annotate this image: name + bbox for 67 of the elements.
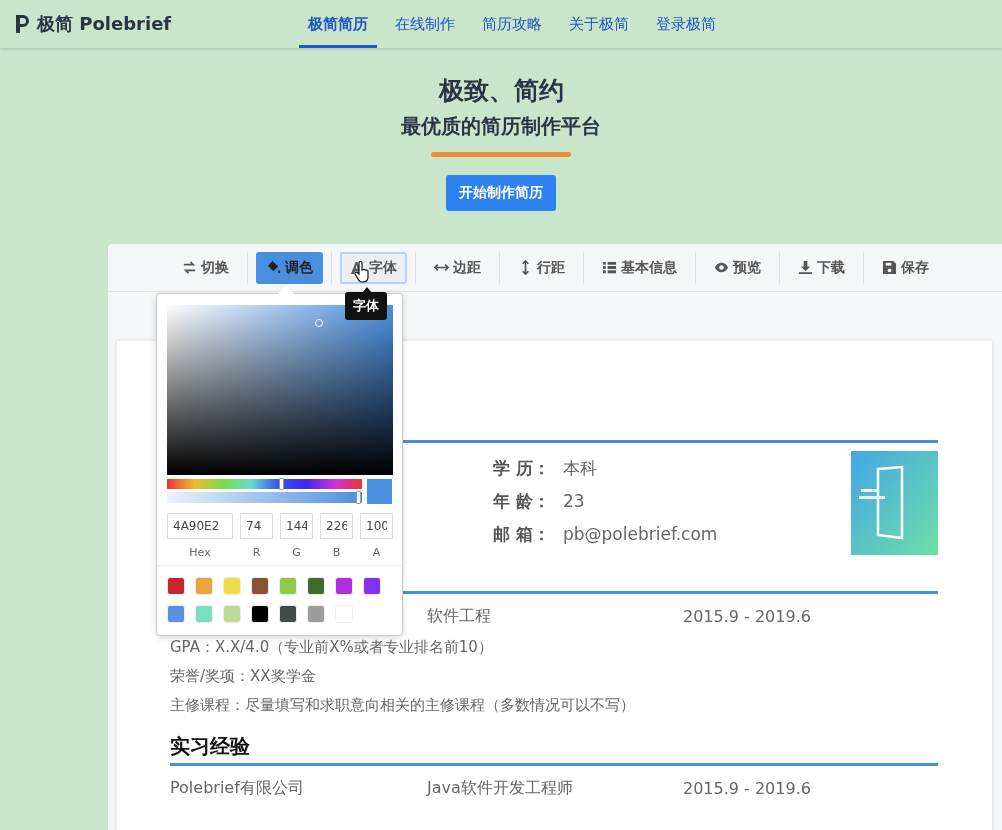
toolbar-icon xyxy=(265,260,281,275)
hero-title: 极致、简约 xyxy=(438,75,564,107)
color-swatch[interactable] xyxy=(363,577,381,595)
toolbar-icon xyxy=(601,260,617,275)
color-swatch[interactable] xyxy=(251,577,269,595)
tooltip: 字体 xyxy=(345,292,387,320)
role-text: Java软件开发工程师 xyxy=(427,777,574,799)
color-swatch[interactable] xyxy=(195,605,213,623)
color-swatch[interactable] xyxy=(251,605,269,623)
input-label: G xyxy=(292,546,301,559)
color-swatch[interactable] xyxy=(307,577,325,595)
input-label: Hex xyxy=(189,546,211,559)
section-heading: 实习经验 xyxy=(170,733,251,760)
input-label: B xyxy=(332,546,341,559)
toolbar-icon xyxy=(797,260,813,275)
color-swatch[interactable] xyxy=(223,605,241,623)
nav-link[interactable]: 关于极简 xyxy=(560,0,638,48)
color-input[interactable]: 74 xyxy=(240,513,273,539)
field-value: 23 xyxy=(563,490,585,512)
toolbar-button[interactable]: 字体 xyxy=(339,251,407,284)
toolbar-button[interactable]: 保存 xyxy=(871,251,939,284)
start-button[interactable]: 开始制作简历 xyxy=(446,175,556,211)
toolbar-button[interactable]: 预览 xyxy=(703,251,771,284)
toolbar-button[interactable]: 下载 xyxy=(787,251,855,284)
nav-link[interactable]: 在线制作 xyxy=(386,0,464,48)
field-value: 本科 xyxy=(563,457,597,479)
nav-link[interactable]: 极简简历 xyxy=(299,0,377,48)
field-label: 邮 箱： xyxy=(493,523,551,545)
slider-thumb[interactable] xyxy=(279,478,285,490)
color-swatch[interactable] xyxy=(335,577,353,595)
period-text: 2015.9 - 2019.6 xyxy=(683,606,812,626)
logo-icon xyxy=(14,14,32,34)
color-input[interactable]: 4A90E2 xyxy=(167,513,233,539)
period-text: 2015.9 - 2019.6 xyxy=(683,778,812,798)
color-swatch[interactable] xyxy=(279,605,297,623)
education-line: GPA：X.X/4.0（专业前X%或者专业排名前10） xyxy=(170,638,494,657)
company-text: Polebrief有限公司 xyxy=(170,777,305,799)
field-label: 学 历： xyxy=(493,457,551,479)
input-label: R xyxy=(252,546,261,559)
brand-name[interactable]: 极简 Polebrief xyxy=(37,12,172,36)
hero-subtitle: 最优质的简历制作平台 xyxy=(401,113,601,140)
toolbar-button[interactable]: 基本信息 xyxy=(591,251,687,284)
color-swatch[interactable] xyxy=(223,577,241,595)
slider-thumb[interactable] xyxy=(356,491,362,504)
color-swatch[interactable] xyxy=(167,577,185,595)
toolbar-icon xyxy=(881,260,897,275)
alpha-slider[interactable] xyxy=(167,492,363,503)
toolbar-button[interactable]: 调色 xyxy=(255,251,323,284)
nav-link[interactable]: 简历攻略 xyxy=(473,0,551,48)
toolbar-button[interactable]: 边距 xyxy=(423,251,491,284)
color-swatch[interactable] xyxy=(279,577,297,595)
field-label: 年 龄： xyxy=(493,490,551,512)
hand-cursor-icon xyxy=(354,261,370,283)
toolbar-button[interactable]: 切换 xyxy=(171,251,239,284)
color-swatch[interactable] xyxy=(195,577,213,595)
nav-link[interactable]: 登录极简 xyxy=(647,0,725,48)
toolbar-icon xyxy=(713,260,729,275)
education-line: 主修课程：尽量填写和求职意向相关的主修课程（多数情况可以不写） xyxy=(170,696,636,715)
input-label: A xyxy=(372,546,381,559)
field-value: pb@polebrief.com xyxy=(563,523,718,545)
toolbar-button[interactable]: 行距 xyxy=(507,251,575,284)
major-text: 软件工程 xyxy=(427,605,492,627)
color-swatch[interactable] xyxy=(307,605,325,623)
education-line: 荣誉/奖项：XX奖学金 xyxy=(170,667,317,686)
color-swatch[interactable] xyxy=(167,605,185,623)
toolbar-icon xyxy=(181,260,197,275)
hue-slider[interactable] xyxy=(167,479,363,489)
